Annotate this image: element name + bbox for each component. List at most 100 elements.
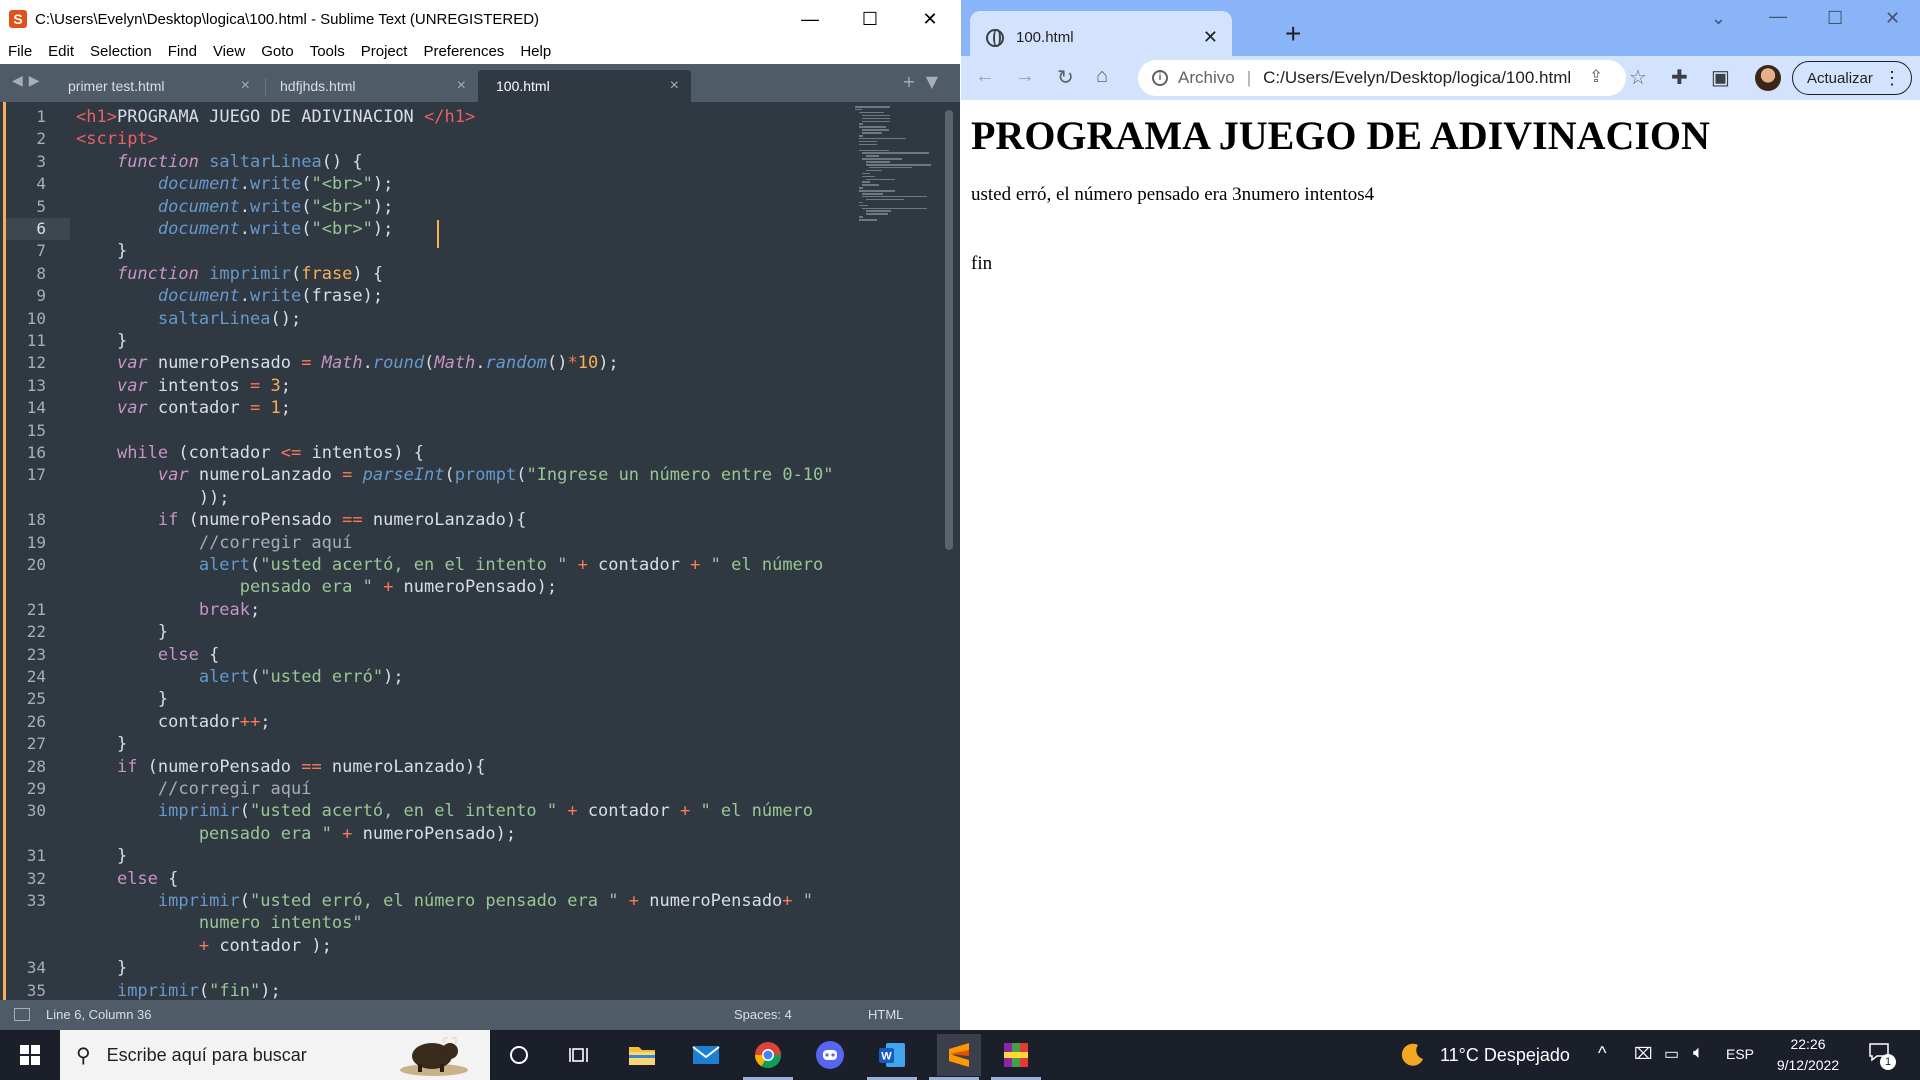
tab-close-icon[interactable]: ✕ (1203, 27, 1218, 48)
code-token: ); (383, 667, 404, 687)
code-token: } (76, 241, 128, 262)
code-token: ) { (352, 263, 384, 284)
code-token: ); (372, 196, 394, 217)
minimize-icon[interactable]: — (1769, 6, 1787, 27)
line-number: 18 (26, 510, 46, 530)
minimap-line (862, 152, 929, 154)
url-text[interactable]: C:/Users/Evelyn/Desktop/logica/100.html (1263, 68, 1571, 88)
new-tab-icon[interactable]: + (1285, 18, 1301, 50)
profile-avatar[interactable] (1755, 65, 1781, 91)
page-heading: PROGRAMA JUEGO DE ADIVINACION (971, 113, 1710, 158)
extensions-puzzle-icon[interactable]: ✚ (1671, 65, 1688, 90)
code-line: document.write("<br>"); (76, 196, 393, 218)
reload-icon[interactable]: ↻ (1057, 65, 1074, 90)
task-view-icon[interactable] (563, 1038, 597, 1072)
code-token: else (116, 868, 158, 889)
minimap-line (862, 158, 902, 160)
address-bar[interactable]: i Archivo | C:/Users/Evelyn/Desktop/logi… (1138, 60, 1626, 96)
volume-icon[interactable]: 🔈︎ (1693, 1042, 1704, 1063)
minimap-line (865, 210, 891, 212)
weather-moon-icon[interactable] (1400, 1042, 1426, 1073)
winrar-icon[interactable] (999, 1038, 1033, 1072)
code-token: . (475, 353, 486, 374)
minimap[interactable] (855, 106, 939, 226)
minimap-line (855, 106, 891, 108)
close-icon[interactable]: ✕ (1885, 8, 1900, 29)
forward-arrow-icon[interactable]: → (1015, 65, 1035, 88)
tab-nav-arrows-icon[interactable]: ◀▶ (12, 73, 46, 89)
tab-label: hdfjhds.html (280, 78, 356, 94)
discord-icon[interactable] (813, 1038, 847, 1072)
start-button[interactable] (0, 1030, 60, 1080)
menu-edit[interactable]: Edit (40, 43, 82, 60)
panel-toggle-icon[interactable] (14, 1008, 30, 1021)
tab-close-icon[interactable]: × (457, 77, 466, 95)
line-number: 25 (26, 689, 46, 709)
battery-icon[interactable]: ▭ (1664, 1044, 1679, 1064)
tray-chevron-icon[interactable]: ^ (1598, 1043, 1606, 1064)
menu-preferences[interactable]: Preferences (415, 43, 512, 60)
code-token: ( (250, 555, 261, 575)
clock-date[interactable]: 9/12/2022 (1768, 1057, 1848, 1073)
line-number: 31 (26, 846, 46, 866)
chrome-icon[interactable] (751, 1038, 785, 1072)
code-token: == (301, 756, 322, 777)
back-arrow-icon[interactable]: ← (975, 65, 995, 88)
home-icon[interactable]: ⌂ (1096, 65, 1108, 88)
more-menu-icon[interactable]: ⋮ (1883, 68, 1901, 89)
tab-100-html[interactable]: 100.html × (478, 70, 691, 102)
weather-text[interactable]: 11°C Despejado (1440, 1045, 1570, 1066)
tab-close-icon[interactable]: × (241, 77, 250, 95)
menu-find[interactable]: Find (160, 43, 205, 60)
code-token: parseInt (362, 465, 445, 486)
menu-tools[interactable]: Tools (302, 43, 353, 60)
taskbar-search[interactable]: ⚲ Escribe aquí para buscar (60, 1030, 490, 1080)
tab-hdfjhds[interactable]: hdfjhds.html × (262, 70, 478, 102)
file-explorer-icon[interactable] (625, 1038, 659, 1072)
close-icon[interactable]: ✕ (900, 0, 960, 38)
code-token: ; (250, 599, 261, 620)
tab-overflow-icon[interactable]: +▼ (902, 72, 948, 91)
mail-icon[interactable] (689, 1038, 723, 1072)
meet-now-icon[interactable]: ⌧ (1634, 1044, 1652, 1064)
syntax-setting[interactable]: HTML (868, 1007, 903, 1022)
code-token: h1 (86, 107, 107, 127)
minimize-icon[interactable]: — (780, 0, 840, 38)
tab-primer-test[interactable]: primer test.html × (50, 70, 262, 102)
minimap-line (858, 204, 868, 207)
indentation-setting[interactable]: Spaces: 4 (734, 1007, 792, 1022)
bookmark-star-icon[interactable]: ☆ (1629, 65, 1647, 90)
maximize-icon[interactable]: ☐ (840, 0, 900, 38)
menu-project[interactable]: Project (353, 43, 416, 60)
menu-view[interactable]: View (205, 43, 253, 60)
tab-search-chevron-icon[interactable]: ⌄ (1711, 8, 1726, 29)
menu-selection[interactable]: Selection (82, 43, 160, 60)
maximize-icon[interactable]: ☐ (1827, 8, 1843, 29)
info-icon[interactable]: i (1152, 70, 1168, 86)
line-number: 15 (26, 420, 46, 440)
sublime-text-icon[interactable] (937, 1034, 981, 1076)
line-number: 22 (26, 622, 46, 642)
tab-close-icon[interactable]: × (670, 77, 679, 95)
side-panel-icon[interactable]: ▣ (1711, 65, 1730, 90)
code-line: } (76, 240, 127, 262)
language-indicator[interactable]: ESP (1726, 1046, 1754, 1062)
menu-help[interactable]: Help (512, 43, 559, 60)
editor-scrollbar[interactable] (945, 110, 953, 550)
clock-time[interactable]: 22:26 (1768, 1036, 1848, 1052)
word-icon[interactable]: W (875, 1038, 909, 1072)
menu-file[interactable]: File (0, 43, 40, 60)
code-editor[interactable]: 1 2 3 4 5 6 7 8 9 10 11 12 13 14 15 16 17 18 19 20 21 22 23 24 2… (0, 102, 960, 1000)
menu-goto[interactable]: Goto (253, 43, 302, 60)
cortana-circle-icon[interactable] (502, 1038, 536, 1072)
update-button[interactable]: Actualizar ⋮ (1792, 61, 1912, 95)
sublime-menu-bar: File Edit Selection Find View Goto Tools… (0, 38, 960, 64)
share-icon[interactable]: ⇪ (1589, 67, 1603, 87)
